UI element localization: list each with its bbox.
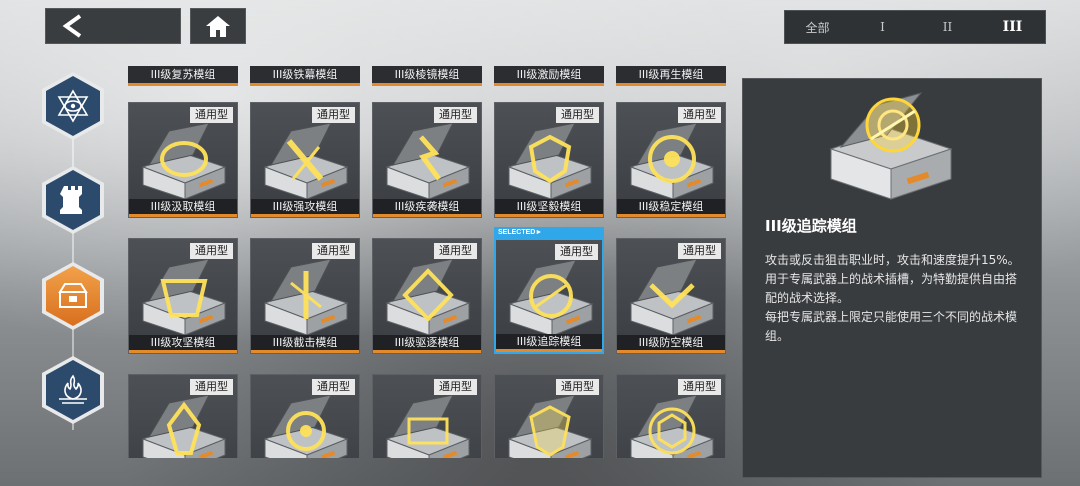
chevron-left-icon: [62, 14, 82, 38]
module-box-icon: [58, 283, 88, 308]
description-line: 攻击或反击狙击职业时，攻击和速度提升15%。: [765, 253, 1020, 267]
module-name: III级坚毅模组: [495, 199, 603, 217]
module-case-image: [141, 395, 227, 458]
module-name: III级截击模组: [251, 335, 359, 353]
module-card-partial[interactable]: III级激励模组: [494, 66, 604, 86]
module-card-partial[interactable]: III级棱镜模组: [372, 66, 482, 86]
module-card[interactable]: 通用型 III级汲取模组: [128, 102, 238, 218]
module-type-tag: 通用型: [434, 243, 477, 259]
flame-emblem-icon: [59, 374, 87, 404]
module-case-image: [263, 395, 349, 458]
module-case-image: [629, 259, 715, 336]
module-card[interactable]: 通用型 III级追踪模组: [494, 238, 604, 354]
module-name: III级追踪模组: [496, 334, 602, 352]
module-name: III级汲取模组: [129, 199, 237, 217]
module-card[interactable]: 通用型 III级截击模组: [250, 238, 360, 354]
module-case-image: [263, 259, 349, 336]
tab-tier-2[interactable]: II: [915, 20, 980, 34]
module-name: III级疾袭模组: [373, 199, 481, 217]
back-button[interactable]: [45, 8, 181, 44]
module-type-tag: 通用型: [434, 379, 477, 395]
module-type-tag: 通用型: [678, 243, 721, 259]
home-button[interactable]: [190, 8, 246, 44]
module-type-tag: 通用型: [190, 379, 233, 395]
tab-tier-3[interactable]: III: [980, 19, 1045, 35]
module-name: III级稳定模组: [617, 199, 725, 217]
module-type-tag: 通用型: [555, 244, 598, 260]
star-eye-icon: [57, 89, 89, 123]
module-case-image: [385, 395, 471, 458]
module-card[interactable]: 通用型 III级稳定模组: [616, 102, 726, 218]
module-card[interactable]: 通用型 III级攻坚模组: [128, 238, 238, 354]
module-type-tag: 通用型: [678, 379, 721, 395]
module-case-image: [829, 92, 953, 200]
module-type-tag: 通用型: [678, 107, 721, 123]
module-card-partial[interactable]: III级再生模组: [616, 66, 726, 86]
module-card[interactable]: 通用型: [616, 374, 726, 458]
module-card[interactable]: 通用型 III级疾袭模组: [372, 102, 482, 218]
module-card[interactable]: 通用型 III级强攻模组: [250, 102, 360, 218]
module-card[interactable]: 通用型: [128, 374, 238, 458]
module-name: III级防空模组: [617, 335, 725, 353]
module-type-tag: 通用型: [190, 243, 233, 259]
module-card[interactable]: 通用型: [494, 374, 604, 458]
description-line: 每把专属武器上限定只能使用三个不同的战术模组。: [765, 310, 1018, 343]
tab-all[interactable]: 全部: [785, 19, 850, 36]
module-card[interactable]: 通用型 III级坚毅模组: [494, 102, 604, 218]
module-type-tag: 通用型: [312, 379, 355, 395]
module-title: III级追踪模组: [765, 217, 857, 235]
module-case-image: [141, 259, 227, 336]
module-grid: III级复苏模组 III级铁幕模组 III级棱镜模组 III级激励模组 III级…: [128, 66, 728, 458]
module-type-tag: 通用型: [312, 107, 355, 123]
module-card[interactable]: 通用型: [372, 374, 482, 458]
module-description: 攻击或反击狙击职业时，攻击和速度提升15%。 用于专属武器上的战术插槽，为特勤提…: [765, 251, 1027, 346]
description-line: 用于专属武器上的战术插槽，为特勤提供自由搭配的战术选择。: [765, 272, 1018, 305]
module-case-image: [508, 260, 594, 337]
tab-tier-1[interactable]: I: [850, 20, 915, 34]
module-case-image: [385, 123, 471, 200]
module-name: III级强攻模组: [251, 199, 359, 217]
module-name: III级攻坚模组: [129, 335, 237, 353]
home-icon: [206, 16, 230, 37]
tier-filter-tabs: 全部 I II III: [784, 10, 1046, 44]
module-case-image: [507, 395, 593, 458]
module-case-image: [263, 123, 349, 200]
module-card-partial[interactable]: III级复苏模组: [128, 66, 238, 86]
module-card[interactable]: 通用型 III级驱逐模组: [372, 238, 482, 354]
module-case-image: [629, 395, 715, 458]
chess-rook-icon: [60, 186, 82, 214]
module-name: III级驱逐模组: [373, 335, 481, 353]
selected-indicator: SELECTED►: [494, 227, 604, 238]
module-case-image: [507, 123, 593, 200]
module-type-tag: 通用型: [190, 107, 233, 123]
module-card[interactable]: 通用型: [250, 374, 360, 458]
module-type-tag: 通用型: [556, 379, 599, 395]
module-case-image: [629, 123, 715, 200]
module-type-tag: 通用型: [434, 107, 477, 123]
module-type-tag: 通用型: [556, 107, 599, 123]
module-detail-panel: III级追踪模组 攻击或反击狙击职业时，攻击和速度提升15%。 用于专属武器上的…: [742, 78, 1042, 478]
module-card-partial[interactable]: III级铁幕模组: [250, 66, 360, 86]
module-card[interactable]: 通用型 III级防空模组: [616, 238, 726, 354]
module-case-image: [141, 123, 227, 200]
module-type-tag: 通用型: [312, 243, 355, 259]
module-case-image: [385, 259, 471, 336]
